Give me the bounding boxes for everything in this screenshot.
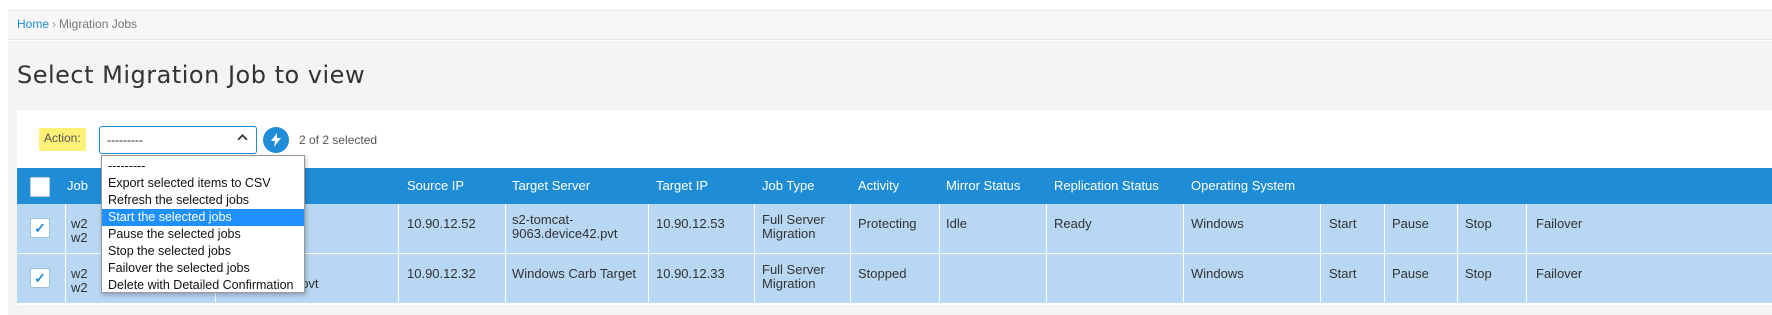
job-type: Full Server Migration xyxy=(762,212,825,241)
header-job-type[interactable]: Job Type xyxy=(762,178,815,193)
breadcrumb-bar xyxy=(8,10,1772,40)
row-checkbox[interactable]: ✓ xyxy=(30,218,50,238)
mirror-status: Idle xyxy=(946,216,967,231)
action-go-button[interactable] xyxy=(263,127,289,153)
source-ip: 10.90.12.52 xyxy=(407,216,476,231)
header-target-ip[interactable]: Target IP xyxy=(656,178,708,193)
failover-link[interactable]: Failover xyxy=(1536,267,1582,281)
action-option-start[interactable]: Start the selected jobs xyxy=(102,209,304,226)
header-activity[interactable]: Activity xyxy=(858,178,899,193)
header-operating-system[interactable]: Operating System xyxy=(1191,178,1295,193)
action-select[interactable]: --------- xyxy=(99,126,257,154)
start-link[interactable]: Start xyxy=(1329,267,1356,281)
action-select-value: --------- xyxy=(107,133,143,147)
action-dropdown-menu: --------- Export selected items to CSV R… xyxy=(101,155,305,293)
breadcrumb-separator: › xyxy=(52,17,57,31)
action-option-export-csv[interactable]: Export selected items to CSV xyxy=(102,175,304,192)
activity: Protecting xyxy=(858,216,917,231)
job-name-link[interactable]: w2 w2 xyxy=(71,267,88,295)
header-target-server[interactable]: Target Server xyxy=(512,178,590,193)
page-title: Select Migration Job to view xyxy=(17,61,366,89)
source-ip: 10.90.12.32 xyxy=(407,266,476,281)
target-ip: 10.90.12.53 xyxy=(656,216,725,231)
select-all-checkbox[interactable] xyxy=(30,177,50,197)
action-label: Action: xyxy=(39,128,86,151)
checkmark-icon: ✓ xyxy=(34,270,46,286)
target-server-link[interactable]: s2-tomcat- 9063.device42.pvt xyxy=(512,213,618,241)
stop-link[interactable]: Stop xyxy=(1465,217,1492,231)
breadcrumb-home-link[interactable]: Home xyxy=(17,17,49,31)
header-source-ip[interactable]: Source IP xyxy=(407,178,464,193)
failover-link[interactable]: Failover xyxy=(1536,217,1582,231)
target-ip: 10.90.12.33 xyxy=(656,266,725,281)
row-checkbox[interactable]: ✓ xyxy=(30,268,50,288)
action-option-refresh[interactable]: Refresh the selected jobs xyxy=(102,192,304,209)
chevron-up-icon xyxy=(237,132,248,146)
header-job[interactable]: Job xyxy=(67,178,88,193)
target-server-link[interactable]: Windows Carb Target xyxy=(512,267,636,281)
breadcrumb-current: Migration Jobs xyxy=(59,17,138,31)
replication-status: Ready xyxy=(1054,216,1092,231)
header-replication-status[interactable]: Replication Status xyxy=(1054,178,1159,193)
checkmark-icon: ✓ xyxy=(34,220,46,236)
action-option-failover[interactable]: Failover the selected jobs xyxy=(102,260,304,277)
action-option-stop[interactable]: Stop the selected jobs xyxy=(102,243,304,260)
job-name-link[interactable]: w2 w2 xyxy=(71,217,88,245)
job-type: Full Server Migration xyxy=(762,262,825,291)
action-option-none[interactable]: --------- xyxy=(102,158,304,175)
operating-system: Windows xyxy=(1191,266,1244,281)
pause-link[interactable]: Pause xyxy=(1392,217,1429,231)
activity: Stopped xyxy=(858,266,907,281)
pause-link[interactable]: Pause xyxy=(1392,267,1429,281)
lightning-bolt-icon xyxy=(270,133,282,150)
action-option-pause[interactable]: Pause the selected jobs xyxy=(102,226,304,243)
stop-link[interactable]: Stop xyxy=(1465,267,1492,281)
breadcrumb: Home › Migration Jobs xyxy=(17,17,137,31)
start-link[interactable]: Start xyxy=(1329,217,1356,231)
action-option-delete[interactable]: Delete with Detailed Confirmation xyxy=(102,277,304,294)
header-mirror-status[interactable]: Mirror Status xyxy=(946,178,1020,193)
operating-system: Windows xyxy=(1191,216,1244,231)
selection-count: 2 of 2 selected xyxy=(299,133,378,147)
